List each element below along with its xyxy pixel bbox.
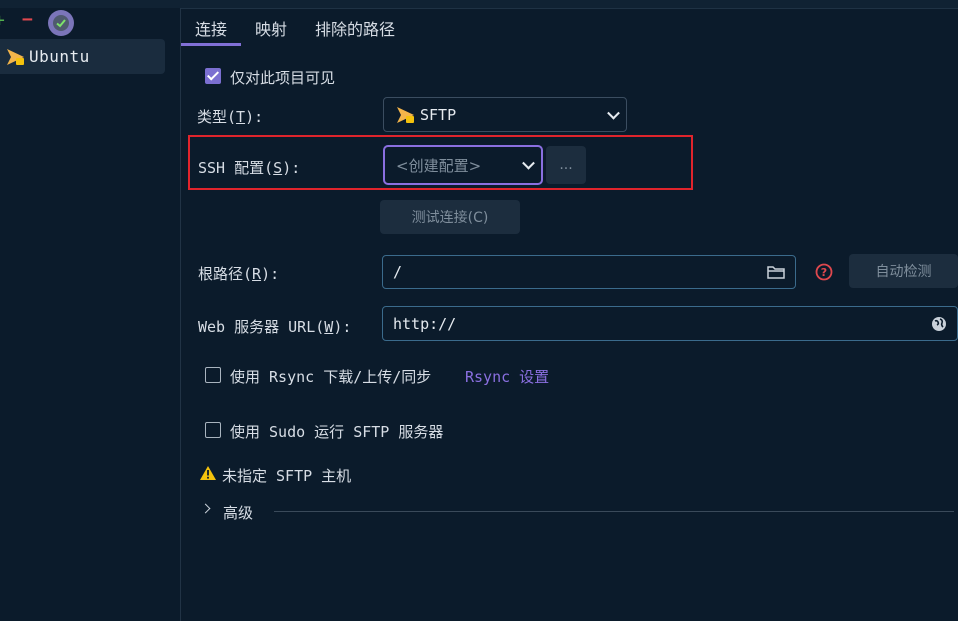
advanced-divider: [274, 511, 954, 512]
deployment-servers-pane: + − Ubuntu: [0, 8, 181, 621]
svg-text:?: ?: [821, 266, 827, 279]
tab-connection[interactable]: 连接: [195, 16, 227, 40]
root-path-label: 根路径(R):: [198, 265, 280, 283]
active-tab-indicator: [181, 43, 241, 46]
set-default-icon[interactable]: [48, 10, 74, 36]
type-value: SFTP: [420, 105, 457, 124]
chevron-down-icon: [607, 106, 620, 120]
sftp-icon: [397, 106, 414, 123]
settings-tabs: 连接 映射 排除的路径: [181, 8, 958, 46]
ssh-config-label: SSH 配置(S):: [198, 159, 301, 177]
rsync-label: 使用 Rsync 下载/上传/同步: [230, 368, 432, 386]
sftp-icon: [7, 48, 24, 65]
web-url-input[interactable]: http://: [382, 306, 958, 341]
chevron-down-icon: [522, 156, 535, 170]
globe-icon[interactable]: [931, 316, 947, 332]
autodetect-button[interactable]: 自动检测: [849, 254, 958, 288]
ssh-config-select[interactable]: <创建配置>: [383, 145, 543, 185]
visible-only-label: 仅对此项目可见: [230, 69, 336, 87]
help-icon[interactable]: ?: [815, 263, 833, 281]
root-path-input[interactable]: /: [382, 255, 796, 289]
server-item-label: Ubuntu: [29, 47, 90, 66]
test-connection-button[interactable]: 测试连接(C): [380, 200, 520, 234]
warning-icon: [200, 466, 216, 480]
chevron-right-icon[interactable]: [200, 503, 211, 514]
rsync-checkbox[interactable]: [205, 367, 221, 383]
tab-excluded-paths[interactable]: 排除的路径: [315, 16, 395, 40]
ssh-config-more-button[interactable]: ...: [546, 146, 586, 184]
ssh-config-placeholder: <创建配置>: [396, 156, 482, 175]
sudo-checkbox[interactable]: [205, 422, 221, 438]
web-url-label: Web 服务器 URL(W):: [198, 318, 352, 336]
server-item-ubuntu[interactable]: Ubuntu: [0, 39, 165, 74]
rsync-settings-link[interactable]: Rsync 设置: [465, 366, 549, 387]
web-url-value: http://: [393, 314, 457, 333]
folder-icon[interactable]: [767, 265, 785, 279]
tab-mappings[interactable]: 映射: [255, 16, 287, 40]
remove-icon[interactable]: −: [22, 9, 33, 30]
visible-only-checkbox[interactable]: [205, 68, 221, 84]
server-list-toolbar: + −: [0, 8, 180, 38]
advanced-section-toggle[interactable]: 高级: [223, 502, 253, 523]
add-icon[interactable]: +: [0, 10, 5, 31]
root-path-value: /: [393, 263, 403, 281]
sudo-label: 使用 Sudo 运行 SFTP 服务器: [230, 423, 444, 441]
type-label: 类型(T):: [197, 108, 264, 126]
warning-text: 未指定 SFTP 主机: [222, 467, 352, 485]
type-select[interactable]: SFTP: [383, 97, 627, 132]
